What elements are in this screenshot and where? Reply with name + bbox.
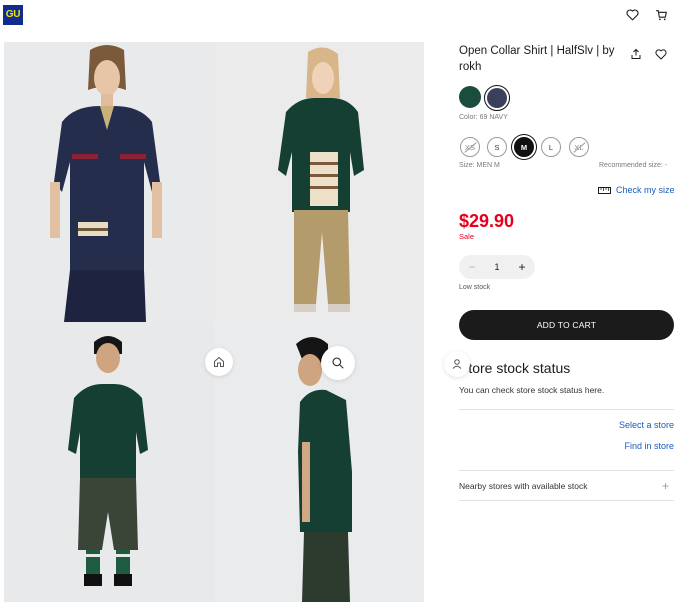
sale-label: Sale — [459, 232, 475, 241]
quantity-value: 1 — [494, 262, 500, 272]
divider — [459, 409, 674, 410]
ruler-icon — [598, 186, 611, 194]
color-swatch-green[interactable] — [459, 86, 481, 108]
favorite-icon[interactable] — [653, 46, 669, 62]
size-l[interactable]: L — [541, 137, 561, 157]
add-to-cart-button[interactable]: ADD TO CART — [459, 310, 674, 340]
zoom-icon[interactable] — [321, 346, 355, 380]
product-image-green-khaki[interactable] — [214, 42, 424, 322]
select-store-link[interactable]: Select a store — [619, 420, 674, 430]
recommended-size-label: Recommended size: - — [599, 162, 668, 169]
size-m[interactable]: M — [514, 137, 534, 157]
size-s[interactable]: S — [487, 137, 507, 157]
check-my-size-link[interactable]: Check my size — [598, 185, 675, 195]
price: $29.90 — [459, 211, 515, 231]
product-title: Open Collar Shirt | HalfSlv | by rokh — [459, 45, 615, 73]
top-bar: GU — [0, 0, 698, 34]
home-icon[interactable] — [205, 348, 233, 376]
heart-icon[interactable] — [623, 6, 641, 24]
check-my-size-label: Check my size — [616, 185, 675, 195]
store-stock-description: You can check store stock status here. — [459, 385, 605, 395]
decrease-quantity-button[interactable]: − — [468, 260, 475, 274]
find-in-store-link[interactable]: Find in store — [624, 441, 674, 451]
color-label: Color: 69 NAVY — [459, 114, 508, 121]
size-xs[interactable]: XS — [460, 137, 480, 157]
gu-logo[interactable]: GU — [3, 5, 23, 25]
increase-quantity-button[interactable]: + — [518, 260, 525, 274]
nearby-stores-toggle[interactable]: Nearby stores with available stock — [459, 481, 588, 491]
expand-plus-icon[interactable]: + — [662, 479, 669, 493]
product-image-green-side[interactable] — [214, 322, 424, 602]
user-icon[interactable] — [444, 351, 470, 377]
divider — [459, 470, 674, 471]
color-swatch-navy[interactable] — [484, 85, 510, 111]
stock-status: Low stock — [459, 284, 491, 291]
product-gallery — [4, 42, 424, 602]
quantity-stepper: − 1 + — [459, 255, 535, 279]
product-image-navy-front[interactable] — [4, 42, 214, 322]
product-image-green-shorts[interactable] — [4, 322, 214, 602]
store-stock-heading: Store stock status — [459, 360, 571, 376]
size-label: Size: MEN M — [459, 162, 500, 169]
size-xl[interactable]: XL — [569, 137, 589, 157]
cart-icon[interactable] — [652, 6, 670, 24]
divider — [459, 500, 674, 501]
share-icon[interactable] — [628, 46, 644, 62]
